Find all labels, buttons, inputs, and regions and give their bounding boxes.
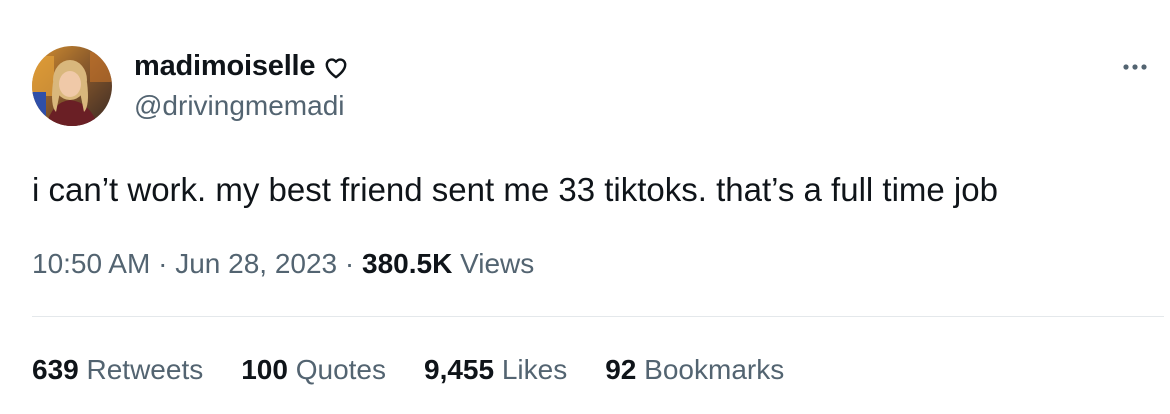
meta-separator: · (344, 248, 355, 279)
divider (32, 316, 1164, 317)
tweet-time[interactable]: 10:50 AM (32, 248, 150, 279)
heart-outline-icon (323, 55, 349, 81)
display-name-row[interactable]: madimoiselle (134, 50, 349, 83)
stat-count: 639 (32, 354, 79, 385)
stat-count: 9,455 (424, 354, 495, 385)
stat-bookmarks[interactable]: 92 Bookmarks (605, 354, 784, 386)
stat-label: Bookmarks (644, 354, 785, 385)
more-options-button[interactable] (1118, 52, 1152, 82)
stat-retweets[interactable]: 639 Retweets (32, 354, 203, 386)
more-horizontal-icon (1123, 64, 1147, 70)
user-handle[interactable]: @drivingmemadi (134, 90, 345, 122)
stat-label: Quotes (295, 354, 386, 385)
stat-label: Retweets (86, 354, 204, 385)
tweet-text: i can’t work. my best friend sent me 33 … (32, 171, 998, 208)
stat-count: 100 (241, 354, 288, 385)
views-count: 380.5K (362, 248, 453, 279)
display-name[interactable]: madimoiselle (134, 50, 316, 83)
stat-likes[interactable]: 9,455 Likes (424, 354, 567, 386)
views-label: Views (460, 248, 535, 279)
stat-quotes[interactable]: 100 Quotes (241, 354, 386, 386)
engagement-stats: 639 Retweets 100 Quotes 9,455 Likes 92 B… (32, 354, 784, 386)
tweet-meta: 10:50 AM · Jun 28, 2023 · 380.5K Views (32, 248, 534, 280)
avatar-photo (32, 46, 112, 126)
stat-count: 92 (605, 354, 637, 385)
avatar[interactable] (32, 46, 112, 126)
tweet-date[interactable]: Jun 28, 2023 (175, 248, 337, 279)
meta-separator: · (158, 248, 168, 279)
tweet-card: madimoiselle @drivingmemadi i can’t work… (0, 0, 1170, 414)
stat-label: Likes (501, 354, 568, 385)
